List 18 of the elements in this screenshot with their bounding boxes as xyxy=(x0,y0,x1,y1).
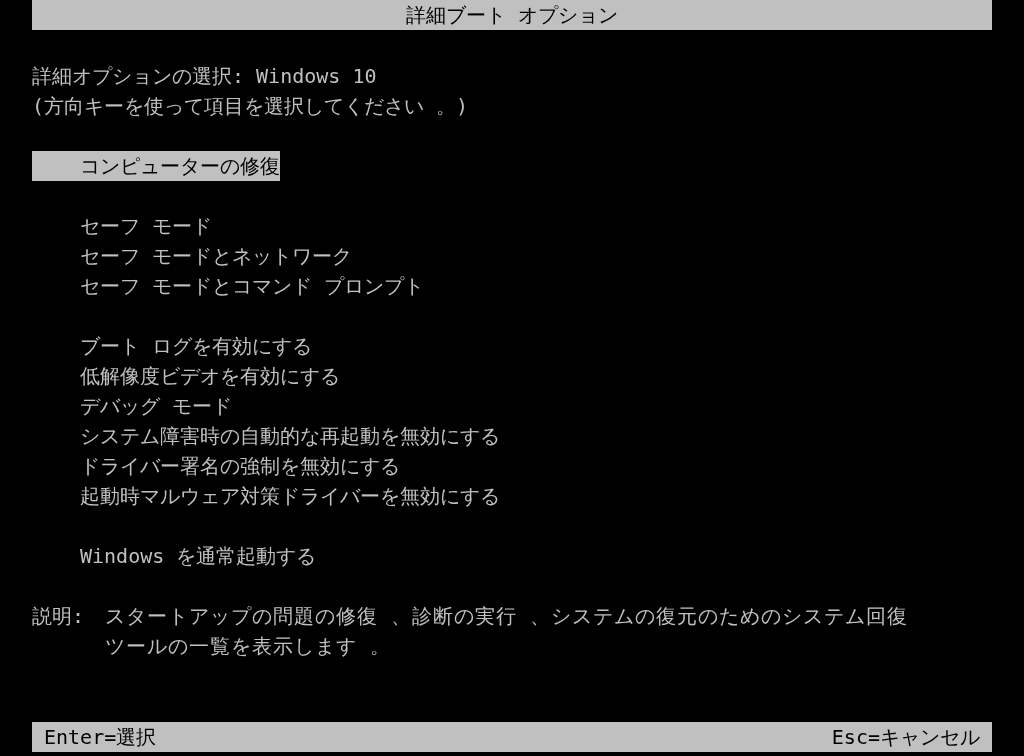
boot-option[interactable]: デバッグ モード xyxy=(32,391,233,421)
boot-option[interactable]: コンピューターの修復 xyxy=(32,151,280,181)
boot-option[interactable]: Windows を通常起動する xyxy=(32,541,317,571)
boot-option[interactable]: ブート ログを有効にする xyxy=(32,331,313,361)
window-title: 詳細ブート オプション xyxy=(405,1,618,29)
boot-option[interactable]: セーフ モードとコマンド プロンプト xyxy=(32,271,425,301)
boot-option[interactable]: ドライバー署名の強制を無効にする xyxy=(32,451,400,481)
escape-hint: Esc=キャンセル xyxy=(831,723,980,751)
boot-option[interactable]: システム障害時の自動的な再起動を無効にする xyxy=(32,421,500,451)
description-label: 説明: xyxy=(32,603,86,630)
prompt-text: 詳細オプションの選択: Windows 10 xyxy=(32,63,378,90)
boot-option[interactable]: セーフ モードとネットワーク xyxy=(32,241,353,271)
enter-hint: Enter=選択 xyxy=(44,723,157,751)
prompt-text: (方向キーを使って項目を選択してください 。) xyxy=(32,93,470,120)
boot-option[interactable]: 低解像度ビデオを有効にする xyxy=(32,361,340,391)
boot-option[interactable]: セーフ モード xyxy=(32,211,213,241)
boot-option[interactable]: 起動時マルウェア対策ドライバーを無効にする xyxy=(32,481,500,511)
description-text: スタートアップの問題の修復 、診断の実行 、システムの復元のためのシステム回復ツールの一覧を表示します 。 xyxy=(105,603,910,660)
